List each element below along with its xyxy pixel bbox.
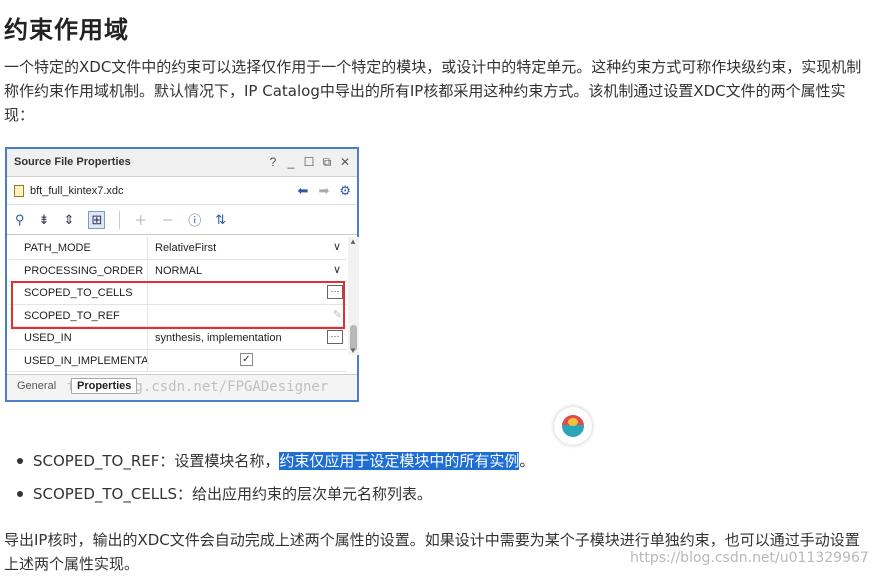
info-icon[interactable]: ⓘ [188,210,201,229]
panel-header: Source File Properties ? _ ☐ ⧉ ✕ [7,149,357,177]
table-row[interactable]: USED_IN_IMPLEMENTA ✓ [9,349,347,372]
ellipsis-button[interactable]: ··· [327,330,343,344]
column-divider [147,349,148,371]
scoped-properties-highlight-box [11,281,345,329]
table-row[interactable]: PROCESSING_ORDER NORMAL ∨ [9,259,347,282]
bullet-text: SCOPED_TO_CELLS：给出应用约束的层次单元名称列表。 [33,485,433,503]
column-divider [147,259,148,281]
tab-general[interactable]: General [17,380,56,392]
back-arrow-icon[interactable]: ⬅ [298,183,309,199]
chevron-down-icon[interactable]: ∨ [333,263,341,276]
blog-watermark: https://blog.csdn.net/u011329967 [630,550,869,566]
checkbox[interactable]: ✓ [240,352,253,366]
close-icon[interactable]: ✕ [339,155,351,170]
column-divider [147,237,148,259]
property-value[interactable]: RelativeFirst [155,242,216,254]
help-icon[interactable]: ? [267,155,279,170]
sort-icon[interactable]: ⇅ [215,212,226,228]
article-title: 约束作用域 [4,16,129,44]
table-row[interactable]: PATH_MODE RelativeFirst ∨ [9,237,347,260]
property-name: USED_IN [24,332,72,344]
add-icon[interactable]: ＋ [134,210,147,229]
float-icon[interactable]: ⧉ [321,155,333,170]
scroll-down-icon[interactable]: ▼ [349,346,357,355]
property-name: PATH_MODE [24,242,91,254]
property-name: USED_IN_IMPLEMENTA [24,354,149,367]
expand-all-icon[interactable]: ⇕ [63,212,74,228]
window-controls: ? _ ☐ ⧉ ✕ [267,155,351,170]
panel-tabs: tt://blog.csdn.net/FPGADesigner General … [7,374,357,400]
bullet-suffix: 。 [519,452,535,470]
intro-paragraph: 一个特定的XDC文件中的约束可以选择仅作用于一个特定的模块，或设计中的特定单元。… [4,58,862,124]
remove-icon[interactable]: － [161,210,174,229]
source-file-properties-panel: Source File Properties ? _ ☐ ⧉ ✕ bft_ful… [5,147,359,402]
maximize-icon[interactable]: ☐ [303,155,315,170]
list-item: SCOPED_TO_REF：设置模块名称，约束仅应用于设定模块中的所有实例。 [17,449,534,482]
scroll-up-icon[interactable]: ▲ [349,237,357,246]
xdc-file-icon [14,185,24,197]
selected-text: 约束仅应用于设定模块中的所有实例 [279,452,520,470]
tab-properties[interactable]: Properties [71,378,138,394]
toolbar-divider [119,210,121,229]
list-item: SCOPED_TO_CELLS：给出应用约束的层次单元名称列表。 [17,482,534,515]
panel-toolbar: ⚲ ⇟ ⇕ ⊞ ＋ － ⓘ ⇅ [7,205,357,235]
file-bar: bft_full_kintex7.xdc ⬅ ➡ ⚙ [7,177,357,205]
panel-title: Source File Properties [14,156,131,168]
hierarchy-view-icon[interactable]: ⊞ [88,210,106,229]
floating-avatar[interactable] [554,407,592,445]
chevron-down-icon[interactable]: ∨ [333,240,341,253]
bullet-text: SCOPED_TO_REF：设置模块名称， [33,452,280,470]
property-value[interactable]: synthesis, implementation [155,332,282,344]
property-name: PROCESSING_ORDER [24,264,144,277]
forward-arrow-icon[interactable]: ➡ [318,183,329,199]
avatar-icon [562,415,584,437]
table-row[interactable]: USED_IN synthesis, implementation ··· [9,327,347,350]
collapse-all-icon[interactable]: ⇟ [39,212,50,228]
nav-controls: ⬅ ➡ ⚙ [298,183,351,199]
file-name: bft_full_kintex7.xdc [30,185,124,197]
search-icon[interactable]: ⚲ [15,212,25,228]
vertical-scrollbar[interactable]: ▲ ▼ [348,237,359,355]
property-bullet-list: SCOPED_TO_REF：设置模块名称，约束仅应用于设定模块中的所有实例。 S… [17,449,534,515]
minimize-icon[interactable]: _ [285,155,297,170]
column-divider [147,327,148,349]
property-value[interactable]: NORMAL [155,265,202,277]
gear-icon[interactable]: ⚙ [339,183,351,199]
